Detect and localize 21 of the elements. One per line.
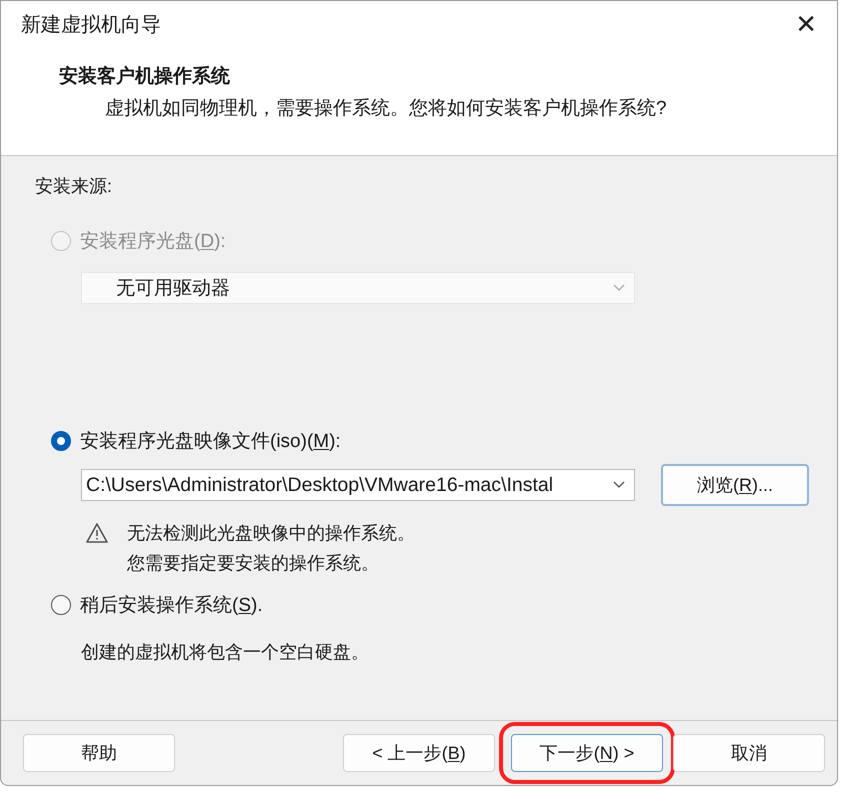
warning-icon [85,522,109,544]
browse-button[interactable]: 浏览(R)... [661,464,809,506]
help-button[interactable]: 帮助 [23,734,175,772]
option-description: 创建的虚拟机将包含一个空白硬盘。 [81,641,370,664]
close-button[interactable]: ✕ [789,8,823,40]
warning-text: 您需要指定要安装的操作系统。 [127,552,380,575]
chevron-icon [612,283,626,293]
back-button[interactable]: < 上一步(B) [343,734,495,772]
page-heading: 安装客户机操作系统 [59,64,231,89]
iso-path-combobox[interactable]: C:\Users\Administrator\Desktop\VMware16-mac\Instal [81,469,635,501]
page-subtitle: 虚拟机如同物理机，需要操作系统。您将如何安装客户机操作系统? [105,97,668,121]
source-label: 安装来源: [35,175,114,198]
radio-button[interactable] [51,431,71,451]
radio-label: 稍后安装操作系统(S). [80,594,263,618]
window-title: 新建虚拟机向导 [21,12,161,38]
cancel-button[interactable]: 取消 [673,734,825,772]
radio-label: 安装程序光盘映像文件(iso)(M): [80,430,341,454]
warning-text: 无法检测此光盘映像中的操作系统。 [127,522,415,545]
radio-label: 安装程序光盘(D): [80,230,226,254]
radio-button[interactable] [51,595,71,615]
chevron-icon [612,480,626,490]
